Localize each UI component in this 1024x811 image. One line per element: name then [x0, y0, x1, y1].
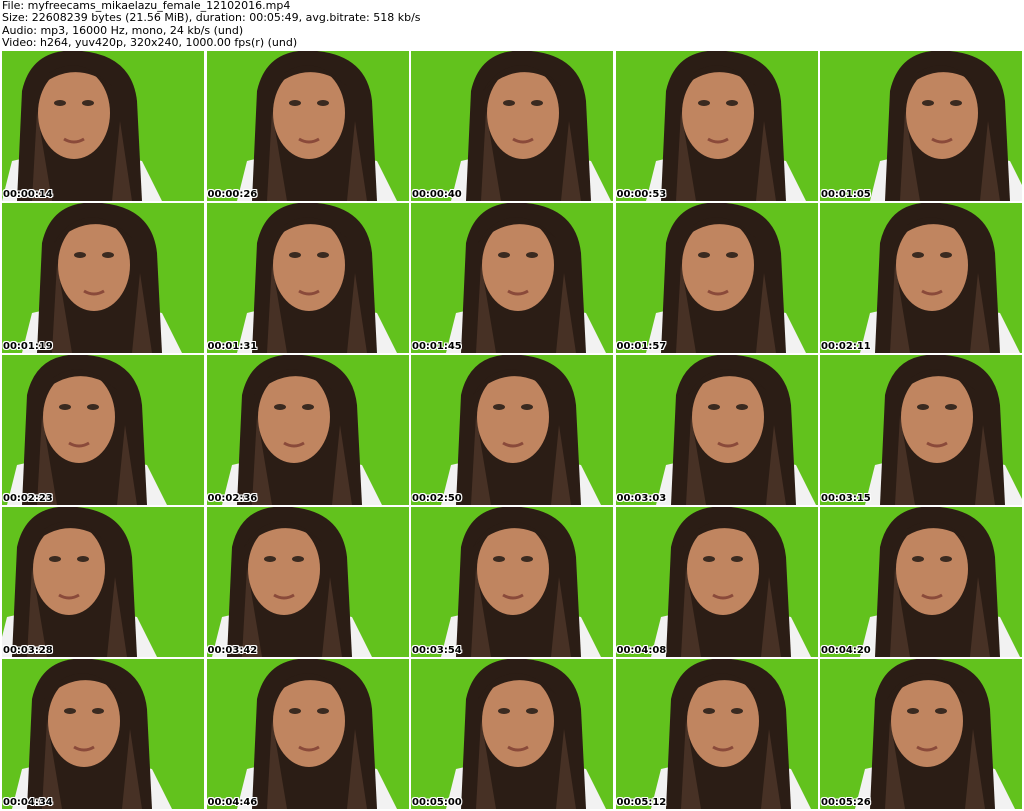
- frame-timestamp: 00:02:36: [207, 493, 258, 504]
- video-frame-thumbnail: 00:02:36: [206, 355, 409, 505]
- video-frame-thumbnail: 00:04:46: [206, 659, 409, 809]
- frame-timestamp: 00:04:08: [616, 645, 667, 656]
- frame-timestamp: 00:04:46: [207, 797, 258, 808]
- frame-image: [411, 203, 613, 353]
- frame-image: [615, 203, 818, 353]
- frame-image: [2, 355, 204, 505]
- video-frame-thumbnail: 00:04:08: [615, 507, 818, 657]
- frame-timestamp: 00:01:57: [616, 341, 667, 352]
- video-frame-thumbnail: 00:05:26: [820, 659, 1022, 809]
- video-frame-thumbnail: 00:02:11: [820, 203, 1022, 353]
- video-frame-thumbnail: 00:05:00: [411, 659, 613, 809]
- video-frame-thumbnail: 00:04:20: [820, 507, 1022, 657]
- frame-timestamp: 00:05:26: [821, 797, 871, 808]
- video-frame-thumbnail: 00:03:54: [411, 507, 613, 657]
- video-frame-thumbnail: 00:02:23: [2, 355, 204, 505]
- frame-image: [2, 659, 204, 809]
- frame-timestamp: 00:04:20: [821, 645, 871, 656]
- frame-image: [615, 51, 818, 201]
- frame-timestamp: 00:05:00: [412, 797, 462, 808]
- frame-timestamp: 00:00:53: [616, 189, 667, 200]
- frame-timestamp: 00:04:34: [3, 797, 53, 808]
- frame-image: [2, 51, 204, 201]
- video-frame-thumbnail: 00:03:28: [2, 507, 204, 657]
- frame-timestamp: 00:03:54: [412, 645, 462, 656]
- video-frame-thumbnail: 00:01:31: [206, 203, 409, 353]
- frame-image: [206, 507, 409, 657]
- video-frame-thumbnail: 00:02:50: [411, 355, 613, 505]
- size-duration-line: Size: 22608239 bytes (21.56 MiB), durati…: [2, 12, 421, 25]
- frame-image: [820, 51, 1022, 201]
- frame-timestamp: 00:02:50: [412, 493, 462, 504]
- frame-image: [820, 507, 1022, 657]
- video-frame-thumbnail: 00:00:53: [615, 51, 818, 201]
- video-frame-thumbnail: 00:05:12: [615, 659, 818, 809]
- frame-image: [615, 507, 818, 657]
- frame-timestamp: 00:01:31: [207, 341, 258, 352]
- video-frame-thumbnail: 00:00:40: [411, 51, 613, 201]
- frame-image: [411, 355, 613, 505]
- video-frame-thumbnail: 00:04:34: [2, 659, 204, 809]
- frame-timestamp: 00:00:14: [3, 189, 53, 200]
- frame-timestamp: 00:01:45: [412, 341, 462, 352]
- frame-image: [206, 203, 409, 353]
- frame-image: [2, 507, 204, 657]
- video-frame-thumbnail: 00:01:45: [411, 203, 613, 353]
- frame-image: [206, 659, 409, 809]
- frame-image: [411, 507, 613, 657]
- file-info-header: File: myfreecams_mikaelazu_female_121020…: [2, 0, 1022, 50]
- frame-timestamp: 00:05:12: [616, 797, 667, 808]
- video-frame-thumbnail: 00:03:42: [206, 507, 409, 657]
- video-frame-thumbnail: 00:00:14: [2, 51, 204, 201]
- frame-timestamp: 00:03:15: [821, 493, 871, 504]
- video-info-line: Video: h264, yuv420p, 320x240, 1000.00 f…: [2, 37, 298, 50]
- frame-image: [820, 659, 1022, 809]
- frame-image: [2, 203, 204, 353]
- frame-timestamp: 00:01:05: [821, 189, 871, 200]
- frame-timestamp: 00:02:11: [821, 341, 871, 352]
- video-frame-thumbnail: 00:03:15: [820, 355, 1022, 505]
- frame-timestamp: 00:01:19: [3, 341, 53, 352]
- frame-image: [411, 659, 613, 809]
- video-frame-thumbnail: 00:01:57: [615, 203, 818, 353]
- video-frame-thumbnail: 00:01:19: [2, 203, 204, 353]
- frame-timestamp: 00:00:26: [207, 189, 258, 200]
- frame-timestamp: 00:03:28: [3, 645, 53, 656]
- frame-image: [615, 355, 818, 505]
- file-name-line: File: myfreecams_mikaelazu_female_121020…: [2, 0, 291, 12]
- thumbnail-grid: 00:00:14 00:00:26 00:00:40 00:00:53 00:01:05…: [2, 51, 1022, 809]
- video-frame-thumbnail: 00:01:05: [820, 51, 1022, 201]
- frame-image: [820, 355, 1022, 505]
- frame-timestamp: 00:00:40: [412, 189, 462, 200]
- frame-image: [206, 355, 409, 505]
- frame-timestamp: 00:02:23: [3, 493, 53, 504]
- frame-timestamp: 00:03:03: [616, 493, 667, 504]
- frame-image: [411, 51, 613, 201]
- frame-image: [820, 203, 1022, 353]
- video-frame-thumbnail: 00:03:03: [615, 355, 818, 505]
- video-frame-thumbnail: 00:00:26: [206, 51, 409, 201]
- audio-info-line: Audio: mp3, 16000 Hz, mono, 24 kb/s (und…: [2, 24, 244, 37]
- frame-image: [206, 51, 409, 201]
- frame-timestamp: 00:03:42: [207, 645, 258, 656]
- frame-image: [615, 659, 818, 809]
